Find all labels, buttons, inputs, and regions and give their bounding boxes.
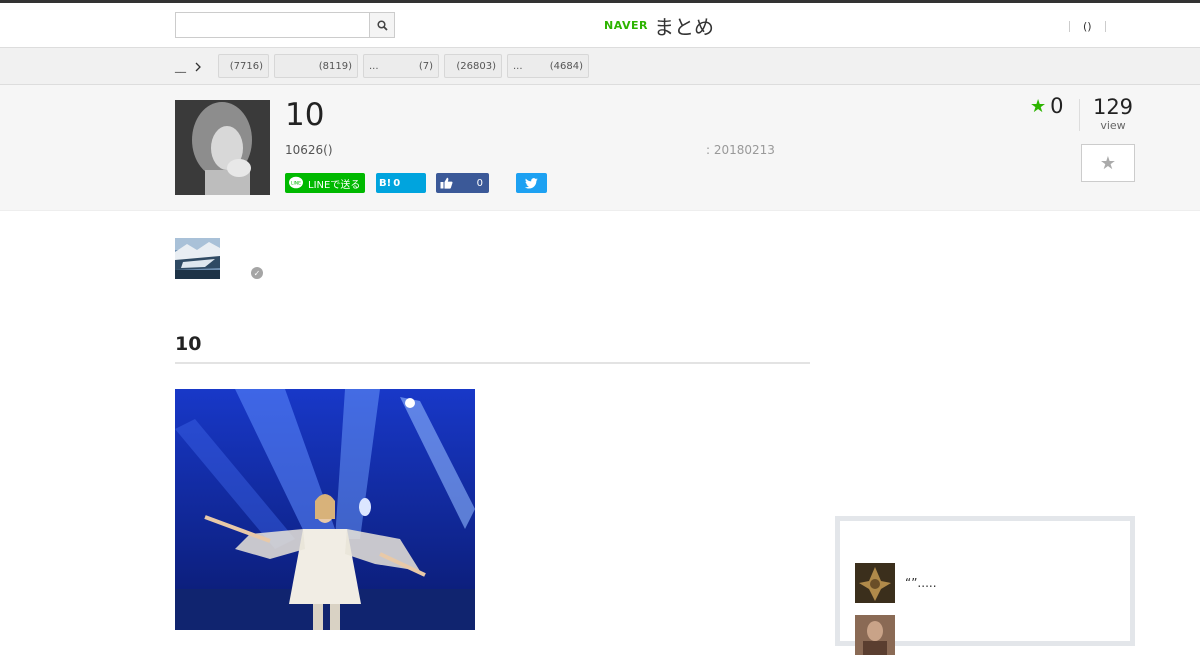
site-header: NAVER まとめ () — [0, 3, 1200, 48]
section-divider — [175, 362, 810, 364]
category-tag[interactable]: (26803) — [444, 54, 502, 78]
header-links: () — [1069, 16, 1106, 36]
category-tag[interactable]: (7716) — [218, 54, 269, 78]
favorite-count: ★ 0 — [1030, 94, 1064, 118]
star-icon: ★ — [1030, 95, 1047, 117]
tag-count: (7716) — [229, 60, 263, 72]
site-logo[interactable]: NAVER まとめ — [604, 12, 714, 39]
facebook-like-button[interactable]: 0 — [436, 173, 489, 193]
logo-service: まとめ — [653, 14, 714, 39]
divider — [1104, 20, 1106, 32]
hatena-bookmark-button[interactable]: B! 0 — [376, 173, 426, 193]
view-count: 129 — [1092, 95, 1134, 119]
search-button[interactable] — [369, 13, 394, 37]
article-count: 10626() — [285, 143, 333, 157]
svg-text:LINE: LINE — [291, 181, 301, 187]
tag-count: (26803) — [456, 60, 496, 72]
star-icon: ★ — [1099, 152, 1117, 174]
article-thumbnail — [175, 100, 270, 195]
related-thumbnail — [855, 615, 895, 655]
tag-count: (7) — [418, 60, 433, 72]
search-input[interactable] — [176, 13, 370, 37]
related-thumbnail — [855, 563, 895, 603]
hatena-count: 0 — [393, 177, 401, 189]
divider — [1079, 99, 1080, 131]
twitter-icon — [525, 177, 538, 188]
hatena-label: B! — [379, 177, 392, 189]
search-icon — [376, 19, 388, 31]
category-tag[interactable]: ... (7) — [363, 54, 439, 78]
related-title: “”..... — [905, 576, 937, 590]
related-item[interactable]: “”..... — [855, 563, 937, 603]
category-tag[interactable]: ... (4684) — [507, 54, 589, 78]
category-bar: __ (7716) (8119) ... (7) (26803) ... (46… — [0, 48, 1200, 85]
add-favorite-button[interactable]: ★ — [1081, 144, 1135, 182]
logo-brand: NAVER — [604, 18, 648, 32]
search-box — [175, 12, 395, 38]
view-counter: 129 view — [1085, 94, 1141, 132]
tag-count: (8119) — [318, 60, 352, 72]
related-box: “”..... — [835, 516, 1135, 655]
tag-name: ... — [369, 60, 379, 72]
facebook-count: 0 — [476, 177, 483, 189]
category-breadcrumb[interactable]: __ — [175, 60, 202, 73]
category-tag[interactable]: (8119) — [274, 54, 358, 78]
tag-name: ... — [513, 60, 523, 72]
verified-check-icon: ✓ — [251, 267, 263, 279]
chevron-right-icon — [195, 62, 201, 71]
article-header: 10 10626() : 20180213 LINE LINEで送る B! 0 … — [0, 85, 1200, 211]
favorite-number: 0 — [1050, 94, 1064, 118]
line-icon: LINE — [289, 176, 303, 189]
article-date: : 20180213 — [706, 143, 775, 157]
tag-count: (4684) — [549, 60, 583, 72]
header-login-link[interactable]: () — [1070, 20, 1105, 33]
thumbs-up-icon — [440, 177, 453, 189]
line-share-label: LINEで送る — [308, 179, 361, 191]
related-item[interactable] — [855, 615, 905, 655]
author-avatar[interactable] — [175, 238, 220, 279]
article-image[interactable] — [175, 389, 475, 630]
twitter-share-button[interactable] — [516, 173, 547, 193]
category-home-label: __ — [175, 60, 186, 73]
line-share-button[interactable]: LINE LINEで送る — [285, 173, 365, 193]
view-label: view — [1100, 119, 1126, 132]
article-title: 10 — [285, 97, 325, 133]
section-heading: 10 — [175, 333, 202, 355]
